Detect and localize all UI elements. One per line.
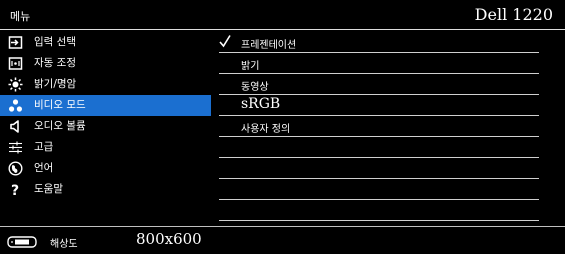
video-mode-options: 프레젠테이션 밝기 동영상 sRGB 사용자 정의 (211, 31, 565, 226)
svg-text:?: ? (11, 183, 19, 197)
title-divider (0, 29, 565, 30)
sidebar-item-language[interactable]: 언어 (0, 158, 211, 179)
sidebar-item-video-mode[interactable]: 비디오 모드 (0, 95, 211, 116)
option-empty (219, 201, 539, 221)
auto-adjust-icon (8, 57, 23, 70)
title-bar: 메뉴 Dell 1220 (0, 0, 565, 31)
sidebar-item-help[interactable]: ? 도움말 (0, 179, 211, 200)
projector-osd: 메뉴 Dell 1220 입력 선택 자동 조정 밝기/명암 비디오 모드 오디… (0, 0, 565, 254)
status-bar: 해상도 800x600 (0, 226, 565, 254)
option-label: 프레젠테이션 (241, 40, 297, 51)
option-bright[interactable]: 밝기 (219, 54, 539, 74)
option-label: 밝기 (241, 61, 260, 72)
sidebar-item-label: 비디오 모드 (34, 99, 86, 111)
input-icon (8, 36, 23, 49)
help-icon: ? (11, 183, 19, 197)
video-mode-icon (9, 99, 22, 112)
sidebar-item-label: 밝기/명암 (34, 78, 77, 90)
option-label: 사용자 정의 (241, 124, 291, 135)
option-empty (219, 180, 539, 200)
sidebar: 입력 선택 자동 조정 밝기/명암 비디오 모드 오디오 볼륨 고급 언어 ? … (0, 31, 211, 226)
option-empty (219, 138, 539, 158)
option-label: sRGB (241, 96, 281, 112)
sidebar-item-audio-volume[interactable]: 오디오 볼륨 (0, 116, 211, 137)
sidebar-item-brightness[interactable]: 밝기/명암 (0, 74, 211, 95)
sidebar-item-label: 언어 (34, 162, 54, 174)
sidebar-item-label: 자동 조정 (34, 57, 76, 69)
sidebar-item-advanced[interactable]: 고급 (0, 137, 211, 158)
option-empty (219, 159, 539, 179)
option-label: 동영상 (241, 82, 269, 93)
speaker-icon (10, 120, 19, 133)
resolution-label: 해상도 (50, 239, 78, 250)
menu-title: 메뉴 (10, 10, 31, 23)
sliders-icon (9, 141, 22, 154)
brightness-icon (8, 77, 23, 92)
checkmark-icon (219, 35, 231, 48)
globe-icon (8, 161, 23, 176)
model-name: Dell 1220 (474, 5, 553, 24)
sidebar-item-label: 입력 선택 (34, 36, 76, 48)
sidebar-item-label: 도움말 (34, 183, 63, 195)
option-presentation[interactable]: 프레젠테이션 (219, 33, 539, 53)
sidebar-item-label: 고급 (34, 141, 54, 153)
option-movie[interactable]: 동영상 (219, 75, 539, 95)
option-srgb[interactable]: sRGB (219, 96, 539, 116)
monitor-icon (7, 236, 37, 248)
sidebar-item-input-select[interactable]: 입력 선택 (0, 32, 211, 53)
sidebar-item-auto-adjust[interactable]: 자동 조정 (0, 53, 211, 74)
option-custom[interactable]: 사용자 정의 (219, 117, 539, 137)
resolution-value: 800x600 (136, 230, 202, 248)
sidebar-item-label: 오디오 볼륨 (34, 120, 86, 132)
